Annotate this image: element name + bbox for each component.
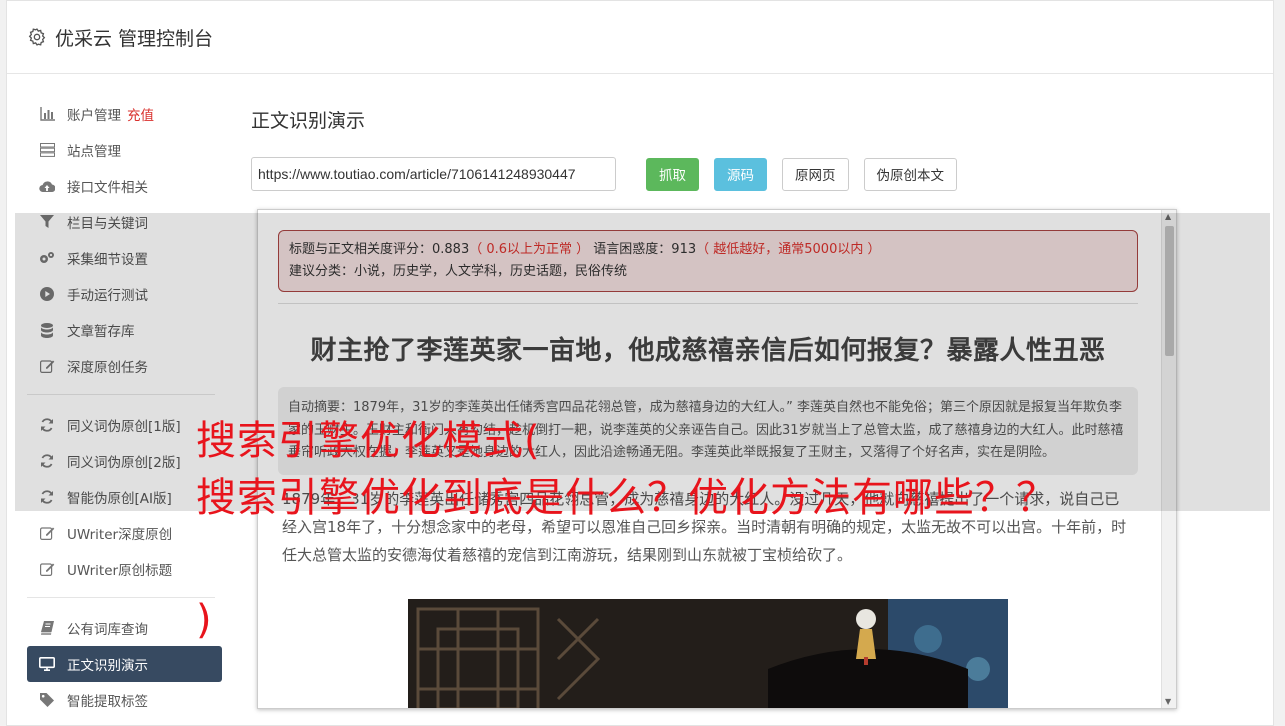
sidebar-item-columns-keywords[interactable]: 栏目与关键词 (27, 204, 222, 240)
url-toolbar: 抓取 源码 原网页 伪原创本文 (251, 157, 1181, 191)
filter-icon (39, 214, 55, 230)
sidebar-item-label: 接口文件相关 (67, 180, 148, 196)
sidebar-item-article-storage[interactable]: 文章暂存库 (27, 312, 222, 348)
sidebar-item-label: 深度原创任务 (67, 360, 148, 376)
bar-chart-icon (39, 106, 55, 122)
sidebar-item-collect-settings[interactable]: 采集细节设置 (27, 240, 222, 276)
sidebar-item-label: 智能伪原创[AI版] (67, 491, 172, 507)
original-page-button[interactable]: 原网页 (782, 157, 849, 191)
sidebar-item-label: 同义词伪原创[1版] (67, 419, 181, 435)
sidebar-item-label: 账户管理 (67, 108, 121, 124)
app-title: 优采云 管理控制台 (55, 27, 214, 50)
refresh-icon (39, 417, 55, 433)
sidebar-item-uwriter-title[interactable]: UWriter原创标题 (27, 551, 222, 587)
overlay-text-line-2: 搜索引擎优化到底是什么？优化方法有哪些？？ (196, 475, 1057, 521)
main-content: 正文识别演示 抓取 源码 原网页 伪原创本文 标题与正文相关度评分：0.883（… (251, 96, 1181, 709)
page-title: 正文识别演示 (251, 110, 366, 132)
edit-icon (39, 358, 55, 374)
article-image (408, 598, 1008, 708)
sidebar-item-interface-files[interactable]: 接口文件相关 (27, 168, 222, 204)
edit-icon (39, 561, 55, 577)
monitor-icon (39, 656, 55, 672)
sidebar-item-label: 采集细节设置 (67, 252, 148, 268)
scroll-up-icon[interactable]: ▲ (1165, 212, 1171, 221)
edit-icon (39, 525, 55, 541)
sidebar-item-label: 文章暂存库 (67, 324, 135, 340)
sidebar-item-synonym-v2[interactable]: 同义词伪原创[2版] (27, 443, 222, 479)
sidebar-item-label: 智能提取标签 (67, 694, 148, 710)
overlay-text-line-3: ) (196, 597, 213, 643)
scroll-down-icon[interactable]: ▼ (1165, 697, 1171, 706)
sidebar-item-label: 站点管理 (67, 144, 121, 160)
result-scrollbar[interactable]: ▲ ▼ (1161, 210, 1176, 708)
sidebar-item-synonym-v1[interactable]: 同义词伪原创[1版] (27, 407, 222, 443)
content-divider (278, 303, 1138, 304)
relevance-hint: （ 0.6以上为正常 ） (469, 242, 590, 257)
scroll-thumb[interactable] (1165, 226, 1174, 356)
sidebar-item-label: 公有词库查询 (67, 622, 148, 638)
sidebar-item-uwriter-deep[interactable]: UWriter深度原创 (27, 515, 222, 551)
sidebar-item-ai-rewrite[interactable]: 智能伪原创[AI版] (27, 479, 222, 515)
overlay-text-line-1: 搜索引擎优化模式( (196, 418, 541, 464)
analysis-alert: 标题与正文相关度评分：0.883（ 0.6以上为正常 ） 语言困惑度：913（ … (278, 230, 1138, 292)
sidebar-item-label: 栏目与关键词 (67, 216, 148, 232)
tag-icon (39, 692, 55, 708)
recharge-link[interactable]: 充值 (127, 104, 154, 124)
sidebar-item-deep-original[interactable]: 深度原创任务 (27, 348, 222, 384)
suggested-categories: 建议分类：小说，历史学，人文学科，历史话题，民俗传统 (289, 264, 628, 279)
perplexity-score: 语言困惑度：913 (589, 242, 697, 257)
fetch-button[interactable]: 抓取 (646, 157, 699, 191)
pseudo-original-button[interactable]: 伪原创本文 (863, 157, 957, 191)
url-input[interactable] (251, 157, 616, 191)
sidebar-item-label: UWriter原创标题 (67, 563, 173, 579)
sidebar-item-label: 同义词伪原创[2版] (67, 455, 181, 471)
sidebar-item-text-recognition[interactable]: 正文识别演示 (27, 646, 222, 682)
sidebar: 账户管理 充值 站点管理 接口文件相关 栏目与关键词 采集细节设置 手动运行测试… (27, 96, 222, 718)
book-icon (39, 620, 55, 636)
article-title: 财主抢了李莲英家一亩地，他成慈禧亲信后如何报复？暴露人性丑恶 (310, 336, 1106, 366)
sidebar-item-label: 手动运行测试 (67, 288, 148, 304)
server-icon (39, 142, 55, 158)
sidebar-divider (27, 597, 215, 598)
gears-icon (39, 250, 55, 266)
sidebar-item-public-lexicon[interactable]: 公有词库查询 (27, 610, 222, 646)
play-circle-icon (39, 286, 55, 302)
refresh-icon (39, 489, 55, 505)
sidebar-item-manual-run[interactable]: 手动运行测试 (27, 276, 222, 312)
sidebar-item-account[interactable]: 账户管理 充值 (27, 96, 222, 132)
sidebar-divider (27, 394, 215, 395)
refresh-icon (39, 453, 55, 469)
source-button[interactable]: 源码 (714, 157, 767, 191)
relevance-score: 标题与正文相关度评分：0.883 (289, 242, 470, 257)
perplexity-hint: （ 越低越好，通常5000以内 ） (696, 242, 881, 257)
sidebar-item-sites[interactable]: 站点管理 (27, 132, 222, 168)
database-icon (39, 322, 55, 338)
gear-icon[interactable] (27, 27, 47, 47)
sidebar-item-label: UWriter深度原创 (67, 527, 173, 543)
sidebar-item-label: 正文识别演示 (67, 658, 148, 674)
sidebar-item-smart-tags[interactable]: 智能提取标签 (27, 682, 222, 718)
analysis-line-1: 标题与正文相关度评分：0.883（ 0.6以上为正常 ） 语言困惑度：913（ … (289, 239, 1127, 261)
cloud-upload-icon (39, 178, 55, 194)
app-header: 优采云 管理控制台 (7, 1, 1273, 74)
